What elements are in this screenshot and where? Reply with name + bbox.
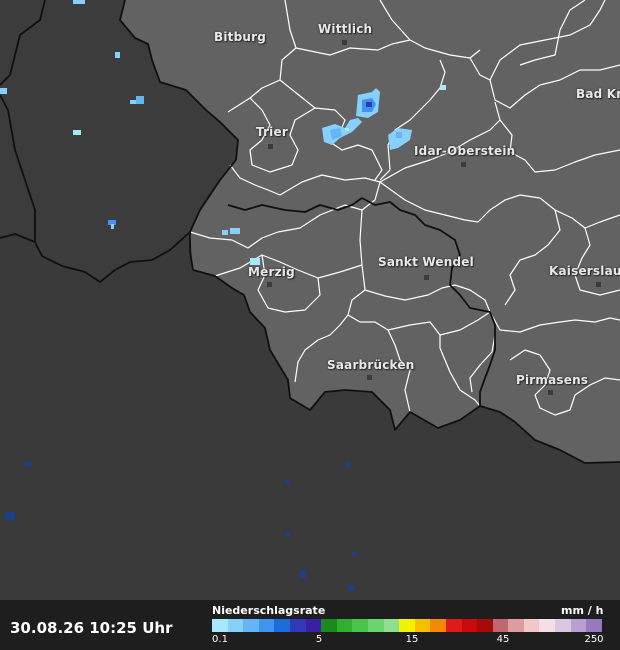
legend-swatch-17 (461, 619, 478, 632)
legend-swatch-9 (336, 619, 353, 632)
city-dot-trier (268, 144, 273, 149)
precipitation-radar-map (0, 0, 620, 600)
city-dot-saarbruecken (367, 375, 372, 380)
legend-swatch-19 (492, 619, 509, 632)
city-label-kaiserslau: Kaiserslau (549, 264, 620, 278)
legend-swatch-14 (414, 619, 431, 632)
legend-swatch-10 (352, 619, 368, 632)
legend-swatch-18 (477, 619, 493, 632)
legend-swatch-4 (258, 619, 275, 632)
legend-swatch-13 (399, 619, 415, 632)
legend-swatch-1 (212, 619, 228, 632)
city-label-bitburg: Bitburg (214, 30, 267, 44)
legend-swatch-23 (555, 619, 571, 632)
city-label-wittlich: Wittlich (318, 22, 373, 36)
city-dot-idar-oberstein (461, 162, 466, 167)
legend-swatch-21 (523, 619, 540, 632)
legend-tick-250: 250 (584, 634, 604, 645)
legend-swatch-3 (243, 619, 259, 632)
legend-color-bar (212, 619, 602, 632)
city-label-pirmasens: Pirmasens (516, 373, 589, 387)
legend-tick-15: 15 (405, 634, 419, 645)
legend-unit: mm / h (561, 604, 604, 617)
city-label-saarbruecken: Saarbrücken (327, 358, 415, 372)
city-dot-merzig (267, 282, 272, 287)
city-dot-pirmasens (548, 390, 553, 395)
legend-swatch-20 (508, 619, 524, 632)
city-dot-wittlich (342, 40, 347, 45)
legend-swatch-5 (274, 619, 290, 632)
timestamp: 30.08.26 10:25 Uhr (10, 619, 173, 637)
legend-swatch-22 (539, 619, 556, 632)
city-dot-sankt-wendel (424, 275, 429, 280)
legend-swatch-24 (570, 619, 587, 632)
city-label-idar-oberstein: Idar-Oberstein (414, 144, 516, 158)
legend-tick-5: 5 (315, 634, 323, 645)
city-label-bad-kr: Bad Kr (576, 87, 620, 101)
legend-swatch-16 (445, 619, 462, 632)
legend-tick-45: 45 (496, 634, 510, 645)
legend-swatch-7 (305, 619, 322, 632)
legend-tick-0-1: 0.1 (212, 634, 228, 645)
legend-swatch-8 (321, 619, 337, 632)
legend-swatch-6 (289, 619, 306, 632)
legend-swatch-2 (227, 619, 244, 632)
legend-swatch-11 (367, 619, 384, 632)
legend-swatch-12 (383, 619, 400, 632)
legend-swatch-15 (430, 619, 446, 632)
legend-title: Niederschlagsrate (212, 604, 326, 617)
city-dot-kaiserslau (596, 282, 601, 287)
city-label-merzig: Merzig (248, 265, 295, 279)
legend-swatch-25 (586, 619, 602, 632)
city-label-sankt-wendel: Sankt Wendel (378, 255, 474, 269)
city-label-trier: Trier (256, 125, 288, 139)
